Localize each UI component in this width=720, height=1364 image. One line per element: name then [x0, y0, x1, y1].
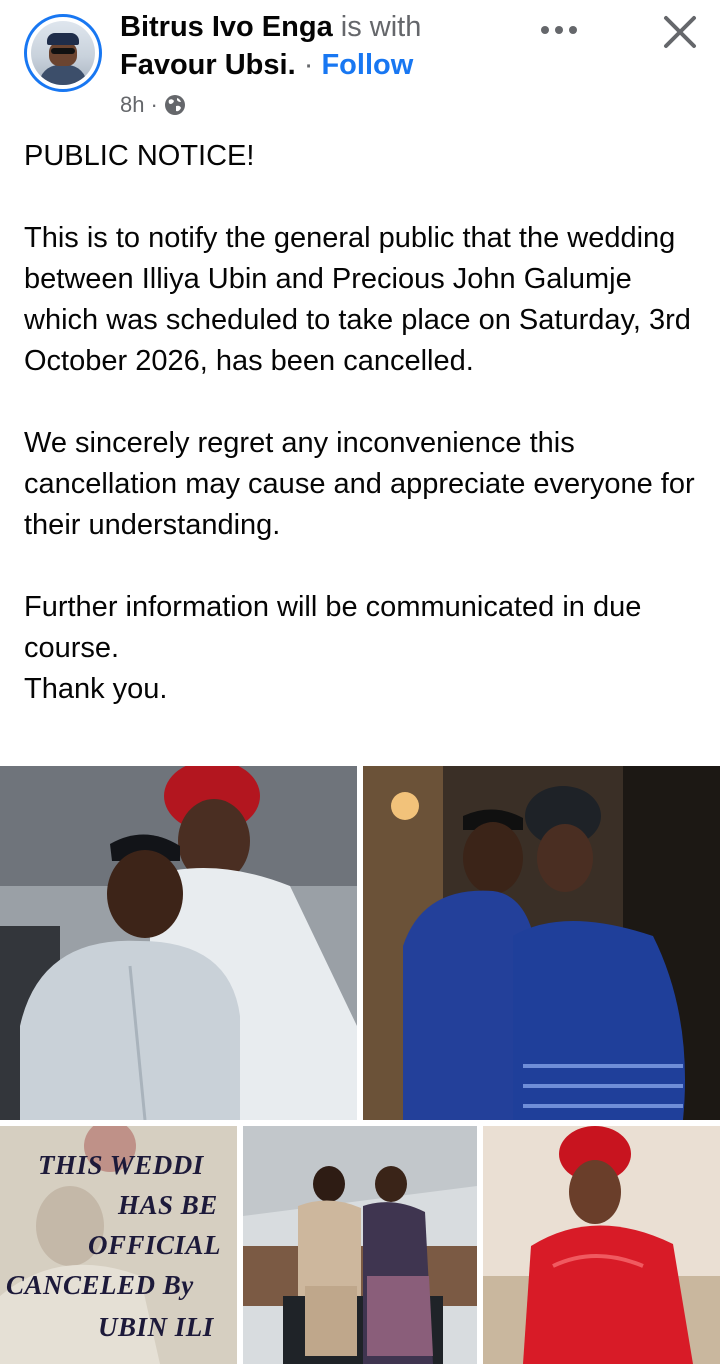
photo-couple-blue[interactable] [363, 766, 720, 1120]
photo-cancel-notice[interactable]: THIS WEDDI HAS BE OFFICIAL CANCELED By U… [0, 1126, 237, 1364]
close-button[interactable] [660, 12, 700, 52]
more-horizontal-icon [541, 26, 577, 34]
notice-line-3: OFFICIAL [88, 1230, 222, 1260]
tagged-name[interactable]: Favour Ubsi. [120, 49, 296, 81]
paragraph-2: We sincerely regret any inconvenience th… [24, 427, 695, 541]
avatar[interactable] [24, 14, 102, 92]
more-options-button[interactable] [537, 18, 581, 42]
post-meta: 8h · [120, 90, 186, 120]
with-text: is with [340, 11, 422, 43]
paragraph-1: This is to notify the general public tha… [24, 222, 691, 377]
author-line: Bitrus Ivo Enga is with [120, 8, 421, 46]
profile-photo [31, 21, 95, 85]
closing-line: Thank you. [24, 673, 168, 705]
close-icon [664, 16, 696, 48]
meta-separator: · [150, 92, 158, 117]
photo-couple-sitting[interactable] [243, 1126, 477, 1364]
notice-line-5: UBIN ILI [98, 1312, 214, 1342]
dot-separator: · [303, 49, 314, 81]
globe-icon[interactable] [164, 94, 186, 116]
photo-woman-red[interactable] [483, 1126, 720, 1364]
notice-line-1: THIS WEDDI [38, 1150, 204, 1180]
paragraph-3: Further information will be communicated… [24, 591, 642, 664]
photo-couple-white[interactable] [0, 766, 357, 1120]
author-name[interactable]: Bitrus Ivo Enga [120, 11, 333, 43]
headline: PUBLIC NOTICE! [24, 140, 255, 172]
post-body: PUBLIC NOTICE! This is to notify the gen… [24, 136, 704, 710]
follow-button[interactable]: Follow [321, 49, 413, 81]
tagged-line: Favour Ubsi. · Follow [120, 46, 413, 84]
notice-line-2: HAS BE [118, 1190, 218, 1220]
post-header: Bitrus Ivo Enga is with Favour Ubsi. · F… [0, 0, 720, 130]
post-time[interactable]: 8h [120, 90, 144, 120]
notice-line-4: CANCELED By [6, 1270, 194, 1300]
